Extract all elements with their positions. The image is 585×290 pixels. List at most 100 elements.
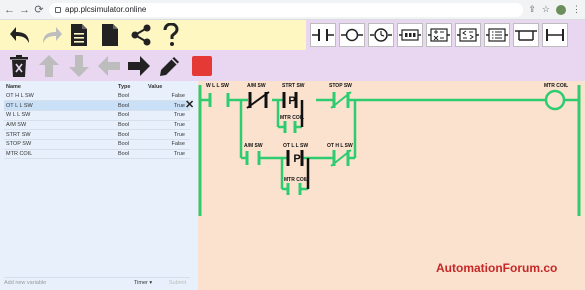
main-toolbar <box>0 20 585 50</box>
add-compare-button[interactable] <box>455 23 481 47</box>
variable-type: Bool <box>116 120 146 131</box>
new-variable-input[interactable]: Add new variable <box>4 280 134 286</box>
variable-value[interactable]: True <box>146 129 190 140</box>
add-contact-button[interactable] <box>310 23 336 47</box>
variable-type: Bool <box>116 91 146 102</box>
variable-type: Bool <box>116 110 146 121</box>
variables-table: Name Type Value OT H L SW Bool False OT … <box>4 82 190 160</box>
share-page-icon[interactable]: ⇪ <box>528 4 536 15</box>
label-othl: OT H L SW <box>327 143 353 149</box>
svg-text:P: P <box>288 95 295 107</box>
svg-text:P: P <box>293 153 300 165</box>
arrow-left-icon <box>98 56 120 76</box>
table-row[interactable]: OT H L SW Bool False <box>4 91 190 102</box>
label-otll: OT L L SW <box>283 143 309 149</box>
undo-button[interactable] <box>8 22 34 48</box>
contact-otll-p[interactable]: P <box>286 150 304 166</box>
variable-value[interactable]: True <box>146 149 190 160</box>
undo-icon <box>10 27 29 43</box>
label-coil: MTR COIL <box>544 83 569 89</box>
variable-type: Bool <box>116 139 146 150</box>
add-counter-button[interactable] <box>397 23 423 47</box>
forward-nav-icon[interactable]: → <box>19 0 30 20</box>
pencil-icon <box>160 57 179 76</box>
variable-type-selected: Timer <box>134 279 148 286</box>
browser-chrome: ← → ⟳ app.plcsimulator.online ⇪ ☆ ⋮ <box>0 0 585 20</box>
table-row[interactable]: STRT SW Bool True <box>4 129 190 140</box>
redo-button[interactable] <box>38 22 64 48</box>
variables-panel: Name Type Value OT H L SW Bool False OT … <box>0 81 198 290</box>
math-icon <box>428 28 450 42</box>
contact-mtr-seal-1[interactable] <box>283 121 297 133</box>
contact-wll[interactable] <box>208 93 230 107</box>
table-row[interactable]: W L L SW Bool True <box>4 110 190 121</box>
column-header-name: Name <box>6 83 21 90</box>
edit-button[interactable] <box>157 53 183 79</box>
delete-variable-icon[interactable]: ✕ <box>185 98 194 111</box>
move-right-button[interactable] <box>126 53 152 79</box>
arrow-right-icon <box>128 56 150 76</box>
variable-name: W L L SW <box>4 110 116 121</box>
contact-othl-nc[interactable] <box>330 149 352 167</box>
coil-mtr[interactable] <box>544 89 566 111</box>
table-row[interactable]: MTR COIL Bool True <box>4 149 190 160</box>
reload-icon[interactable]: ⟳ <box>34 0 44 20</box>
counter-icon <box>399 29 421 41</box>
new-file-icon <box>102 24 118 46</box>
edit-toolbar-left <box>0 50 306 81</box>
share-button[interactable] <box>128 22 154 48</box>
help-button[interactable] <box>158 22 184 48</box>
contact-strt-p[interactable]: P <box>282 92 298 108</box>
stop-simulation-button[interactable] <box>189 53 215 79</box>
variable-value[interactable]: True <box>146 120 190 131</box>
add-math-button[interactable] <box>426 23 452 47</box>
avatar[interactable] <box>556 4 566 15</box>
add-timer-button[interactable] <box>368 23 394 47</box>
variable-value[interactable]: True <box>146 110 190 121</box>
document-icon <box>71 24 87 46</box>
move-down-button[interactable] <box>66 53 92 79</box>
add-branch-button[interactable] <box>513 23 539 47</box>
add-coil-button[interactable] <box>339 23 365 47</box>
open-file-button[interactable] <box>66 22 92 48</box>
label-strt: STRT SW <box>282 83 305 89</box>
variable-value[interactable]: False <box>146 139 190 150</box>
address-bar[interactable]: app.plcsimulator.online <box>49 2 524 17</box>
edit-toolbar <box>0 50 585 81</box>
variable-value[interactable]: False <box>146 91 190 102</box>
submit-variable-button[interactable]: Submit <box>169 280 186 286</box>
contact-icon <box>312 29 334 41</box>
variable-name: STOP SW <box>4 139 116 150</box>
table-row[interactable]: STOP SW Bool False <box>4 139 190 150</box>
delete-button[interactable] <box>6 53 32 79</box>
rung-icon <box>546 29 564 41</box>
table-row[interactable]: OT L L SW Bool True <box>4 100 190 111</box>
label-stop: STOP SW <box>329 83 352 89</box>
contact-stop-nc[interactable] <box>330 91 352 109</box>
column-header-value: Value <box>148 83 163 90</box>
variable-name: OT L L SW <box>4 100 116 111</box>
back-nav-icon[interactable]: ← <box>4 0 15 20</box>
star-icon[interactable]: ☆ <box>542 4 550 15</box>
move-up-button[interactable] <box>36 53 62 79</box>
new-file-button[interactable] <box>97 22 123 48</box>
ladder-diagram: P P <box>198 85 581 216</box>
move-left-button[interactable] <box>96 53 122 79</box>
add-move-button[interactable] <box>484 23 510 47</box>
contact-mtr-seal-2[interactable] <box>286 183 302 195</box>
edit-toolbar-right <box>306 50 585 81</box>
label-am-2: A/M SW <box>244 143 263 149</box>
contact-am-nc[interactable] <box>246 91 270 109</box>
variable-name: OT H L SW <box>4 91 116 102</box>
file-toolbar <box>0 20 306 50</box>
compare-icon <box>457 28 479 42</box>
contact-am-2[interactable] <box>245 151 261 165</box>
variable-name: MTR COIL <box>4 149 116 160</box>
variable-type-select[interactable]: Timer ▾ <box>134 280 169 286</box>
label-wll: W L L SW <box>206 83 229 89</box>
table-row[interactable]: A/M SW Bool True <box>4 120 190 131</box>
add-rung-button[interactable] <box>542 23 568 47</box>
variable-value[interactable]: True <box>146 100 190 111</box>
rung-1 <box>200 98 579 158</box>
menu-icon[interactable]: ⋮ <box>572 4 581 15</box>
